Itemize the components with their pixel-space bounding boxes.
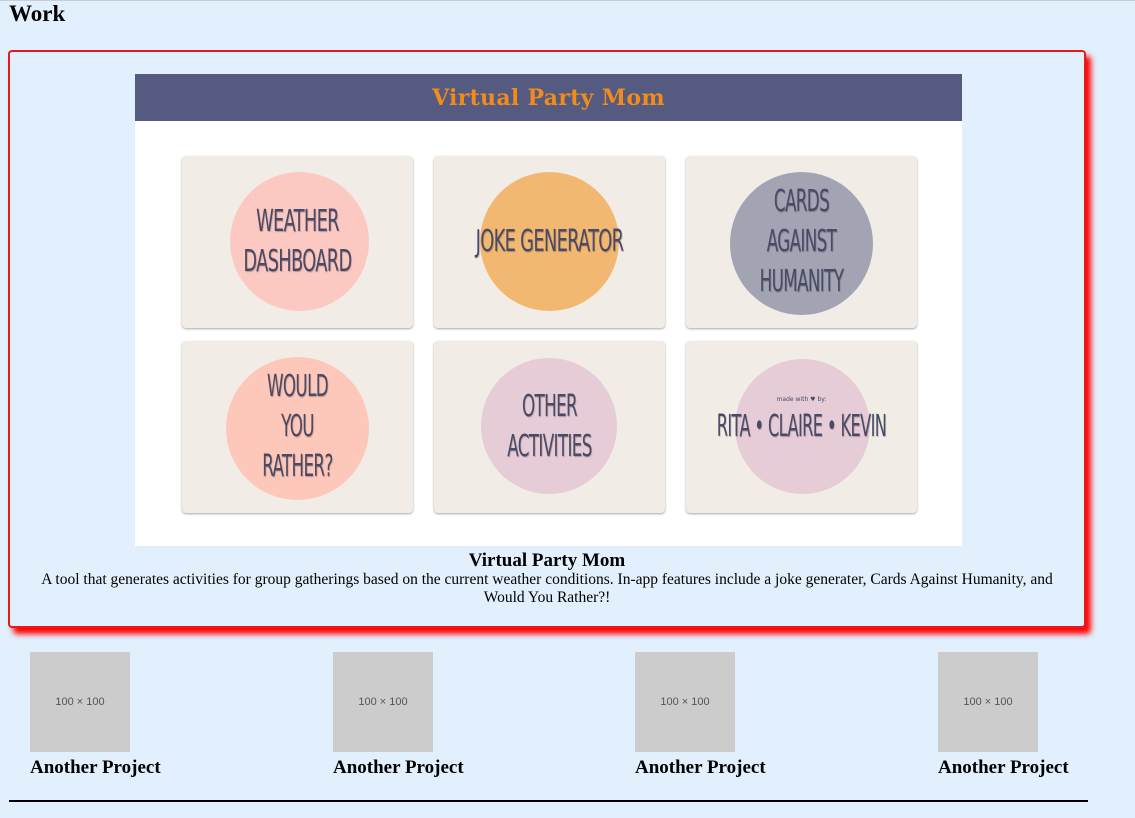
project-screenshot[interactable]: Virtual Party Mom WEATHER DASHBOARD JOKE… bbox=[135, 74, 962, 546]
tile-weather-dashboard[interactable]: WEATHER DASHBOARD bbox=[182, 156, 413, 328]
project-caption: Virtual Party Mom A tool that generates … bbox=[30, 551, 1064, 607]
project-title: Another Project bbox=[333, 757, 464, 778]
project-card[interactable]: 100 × 100 Another Project bbox=[938, 652, 1108, 779]
tile-would-you-rather[interactable]: WOULD YOU RATHER? bbox=[182, 341, 413, 513]
tile-label: JOKE GENERATOR bbox=[475, 224, 624, 259]
tile-label: WEATHER DASHBOARD bbox=[243, 204, 352, 279]
project-card[interactable]: 100 × 100 Another Project bbox=[333, 652, 503, 779]
project-thumbnail[interactable]: 100 × 100 bbox=[635, 652, 735, 752]
tile-joke-generator[interactable]: JOKE GENERATOR bbox=[434, 156, 665, 328]
tile-label: CARDS AGAINST HUMANITY bbox=[759, 184, 844, 299]
project-card[interactable]: 100 × 100 Another Project bbox=[635, 652, 805, 779]
app-header-bar: Virtual Party Mom bbox=[135, 74, 962, 121]
section-divider bbox=[9, 800, 1088, 802]
project-description: A tool that generates activities for gro… bbox=[41, 571, 1053, 606]
tile-label: WOULD YOU RATHER? bbox=[262, 369, 333, 484]
project-thumbnail[interactable]: 100 × 100 bbox=[333, 652, 433, 752]
app-title: Virtual Party Mom bbox=[432, 84, 665, 111]
project-card[interactable]: 100 × 100 Another Project bbox=[30, 652, 200, 779]
project-title: Another Project bbox=[30, 757, 161, 778]
project-title: Another Project bbox=[938, 757, 1069, 778]
project-title: Another Project bbox=[635, 757, 766, 778]
tile-other-activities[interactable]: OTHER ACTIVITIES bbox=[434, 341, 665, 513]
tile-label: OTHER ACTIVITIES bbox=[507, 389, 592, 464]
tile-label: RITA • CLAIRE • KEVIN bbox=[716, 409, 887, 444]
project-thumbnail[interactable]: 100 × 100 bbox=[938, 652, 1038, 752]
featured-project-card[interactable]: Virtual Party Mom WEATHER DASHBOARD JOKE… bbox=[8, 50, 1086, 628]
tile-cards-against-humanity[interactable]: CARDS AGAINST HUMANITY bbox=[686, 156, 917, 328]
tile-credits[interactable]: made with ♥ by: RITA • CLAIRE • KEVIN bbox=[686, 341, 917, 513]
project-thumbnail[interactable]: 100 × 100 bbox=[30, 652, 130, 752]
section-title: Work bbox=[9, 1, 66, 26]
project-title: Virtual Party Mom bbox=[468, 550, 626, 571]
